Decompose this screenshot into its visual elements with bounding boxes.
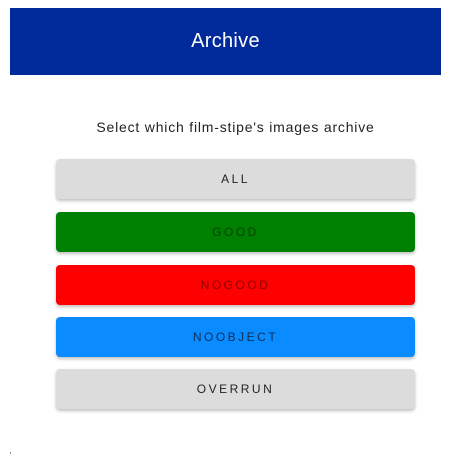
good-button[interactable]: GOOD: [56, 212, 415, 252]
stray-mark: [10, 452, 11, 454]
archive-header: Archive: [10, 8, 441, 75]
archive-instruction-text: Select which film-stipe's images archive: [96, 119, 375, 135]
noobject-button[interactable]: NOOBJECT: [56, 317, 415, 357]
nogood-button[interactable]: NOGOOD: [56, 265, 415, 305]
all-button[interactable]: ALL: [56, 159, 415, 199]
overrun-button[interactable]: OVERRUN: [56, 369, 415, 409]
header-title: Archive: [191, 30, 260, 52]
